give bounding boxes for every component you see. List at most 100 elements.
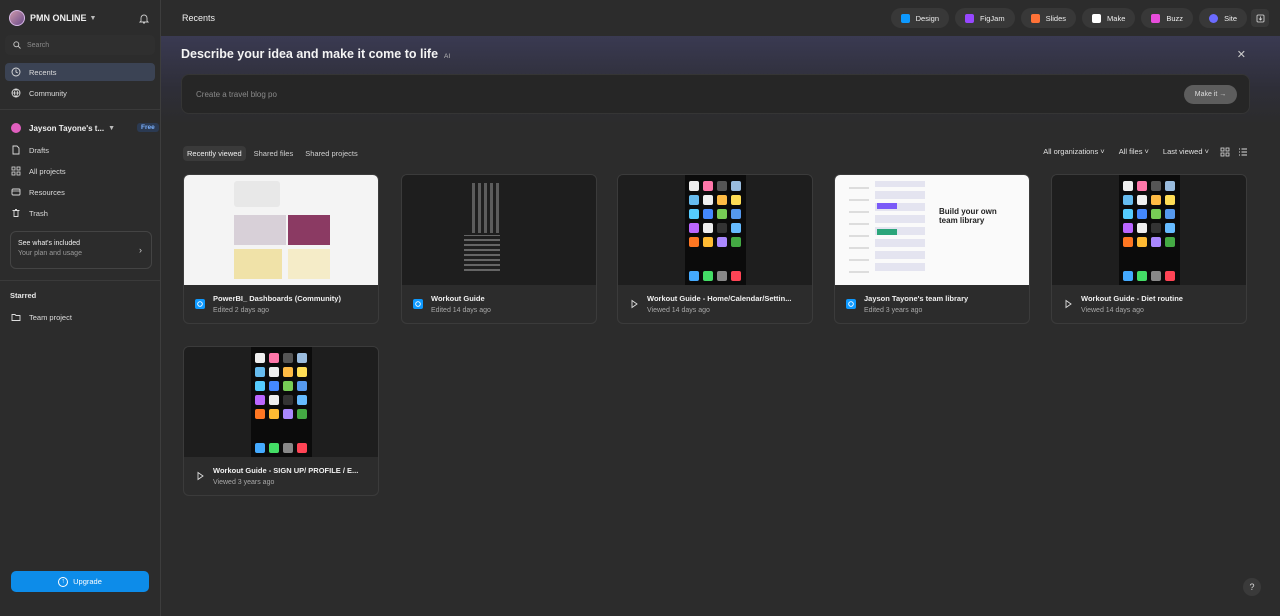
create-figjam-button[interactable]: FigJam <box>955 8 1015 28</box>
file-type-filter[interactable]: All files ˅ <box>1116 145 1152 158</box>
create-buzz-button[interactable]: Buzz <box>1141 8 1194 28</box>
file-info: Workout Guide - Diet routine Viewed 14 d… <box>1052 286 1246 323</box>
file-title: Workout Guide - SIGN UP/ PROFILE / E... <box>213 466 359 475</box>
site-icon <box>1209 13 1219 23</box>
file-title: Jayson Tayone's team library <box>864 294 969 303</box>
file-title: Workout Guide - Home/Calendar/Settin... <box>647 294 792 303</box>
file-timestamp: Viewed 14 days ago <box>647 307 710 314</box>
org-switcher[interactable]: PMN ONLINE ▼ <box>0 0 160 36</box>
plan-usage-card[interactable]: See what's included Your plan and usage … <box>10 231 152 269</box>
file-card[interactable]: PowerBI_ Dashboards (Community) Edited 2… <box>183 174 379 324</box>
file-timestamp: Viewed 14 days ago <box>1081 307 1144 314</box>
sidebar-item-drafts[interactable]: Drafts <box>5 141 155 159</box>
file-timestamp: Edited 14 days ago <box>431 307 491 314</box>
app-label: FigJam <box>980 13 1005 23</box>
sidebar-item-resources[interactable]: Resources <box>5 183 155 201</box>
app-switcher: Design FigJam Slides Make Buzz Site <box>890 8 1247 28</box>
file-thumbnail <box>402 175 596 285</box>
sidebar-item-label: All projects <box>29 166 66 176</box>
create-site-button[interactable]: Site <box>1199 8 1247 28</box>
figjam-icon <box>965 13 974 23</box>
file-card[interactable]: Workout Guide - Diet routine Viewed 14 d… <box>1051 174 1247 324</box>
chevron-down-icon: ▼ <box>89 14 97 22</box>
tab-shared-files[interactable]: Shared files <box>250 146 298 161</box>
app-label: Site <box>1224 13 1237 23</box>
team-switcher[interactable]: Jayson Tayone's t... ▼ Free <box>5 119 159 137</box>
sidebar-item-label: Trash <box>29 208 48 218</box>
sort-filter[interactable]: Last viewed ˅ <box>1160 145 1212 158</box>
main-content: Recents Design FigJam Slides Make Buzz S… <box>161 0 1280 616</box>
design-icon <box>900 13 910 23</box>
search-icon <box>13 41 21 49</box>
create-design-button[interactable]: Design <box>890 8 949 28</box>
upgrade-button[interactable]: ↑ Upgrade <box>11 571 149 592</box>
sidebar-item-all-projects[interactable]: All projects <box>5 162 155 180</box>
ai-tag: AI <box>444 53 451 60</box>
file-title: PowerBI_ Dashboards (Community) <box>213 294 341 303</box>
play-icon <box>1065 299 1072 309</box>
app-label: Buzz <box>1166 13 1184 23</box>
prompt-input[interactable]: Create a travel blog po Make it → <box>181 74 1250 114</box>
file-info: Workout Guide Edited 14 days ago <box>402 286 596 323</box>
library-heading: Build your own team library <box>939 207 997 225</box>
sidebar-item-label: Recents <box>29 67 57 77</box>
sidebar-item-label: Drafts <box>29 145 50 155</box>
create-make-button[interactable]: Make <box>1082 8 1136 28</box>
tab-shared-projects[interactable]: Shared projects <box>301 146 362 161</box>
folder-icon <box>11 314 21 321</box>
import-button[interactable] <box>1251 9 1269 27</box>
organization-filter[interactable]: All organizations ˅ <box>1040 145 1108 158</box>
bell-icon[interactable] <box>139 13 149 24</box>
slides-icon <box>1030 13 1040 23</box>
import-icon <box>1256 14 1264 22</box>
resources-icon <box>11 188 21 196</box>
design-file-icon <box>413 299 423 309</box>
file-card[interactable]: Workout Guide - SIGN UP/ PROFILE / E... … <box>183 346 379 496</box>
chevron-right-icon: › <box>139 245 142 255</box>
arrow-up-icon: ↑ <box>58 576 69 587</box>
sidebar-item-label: Community <box>29 88 67 98</box>
sidebar-item-community[interactable]: Community <box>5 84 155 102</box>
plan-title: See what's included <box>18 240 81 247</box>
team-avatar <box>11 123 21 133</box>
file-icon <box>12 145 20 155</box>
file-info: Jayson Tayone's team library Edited 3 ye… <box>835 286 1029 323</box>
play-icon <box>197 471 204 481</box>
file-thumbnail: Build your own team library <box>835 175 1029 285</box>
file-card[interactable]: Build your own team library Jayson Tayon… <box>834 174 1030 324</box>
tab-recently-viewed[interactable]: Recently viewed <box>183 146 246 161</box>
file-timestamp: Edited 3 years ago <box>864 307 923 314</box>
file-card[interactable]: Workout Guide Edited 14 days ago <box>401 174 597 324</box>
grid-view-icon[interactable] <box>1220 147 1230 157</box>
file-timestamp: Viewed 3 years ago <box>213 479 275 486</box>
sidebar-item-team-project[interactable]: Team project <box>5 308 155 326</box>
phone-mockup <box>685 175 746 285</box>
help-button[interactable]: ? <box>1243 578 1261 596</box>
close-icon[interactable]: ✕ <box>1237 48 1246 61</box>
grid-icon <box>11 166 21 176</box>
starred-heading: Starred <box>10 291 37 300</box>
file-info: Workout Guide - Home/Calendar/Settin... … <box>618 286 812 323</box>
plan-subtitle: Your plan and usage <box>18 250 82 257</box>
make-it-button[interactable]: Make it → <box>1184 85 1237 104</box>
ai-prompt-panel: Describe your idea and make it come to l… <box>161 36 1280 124</box>
file-title: Workout Guide <box>431 294 485 303</box>
sidebar-item-trash[interactable]: Trash <box>5 204 155 222</box>
plan-badge: Free <box>137 123 159 132</box>
file-tabs: Recently viewed Shared files Shared proj… <box>183 146 362 161</box>
prompt-placeholder: Create a travel blog po <box>196 90 277 99</box>
file-thumbnail <box>1052 175 1246 285</box>
file-thumbnail <box>618 175 812 285</box>
design-file-icon <box>195 299 205 309</box>
sidebar-item-label: Resources <box>29 187 65 197</box>
sidebar-item-recents[interactable]: Recents <box>5 63 155 81</box>
divider <box>0 109 160 110</box>
play-icon <box>631 299 638 309</box>
app-label: Slides <box>1045 13 1067 23</box>
file-card[interactable]: Workout Guide - Home/Calendar/Settin... … <box>617 174 813 324</box>
list-view-icon[interactable] <box>1238 147 1248 157</box>
search-placeholder: Search <box>27 41 50 49</box>
search-input[interactable]: Search <box>5 35 155 55</box>
divider <box>0 280 160 281</box>
create-slides-button[interactable]: Slides <box>1020 8 1077 28</box>
